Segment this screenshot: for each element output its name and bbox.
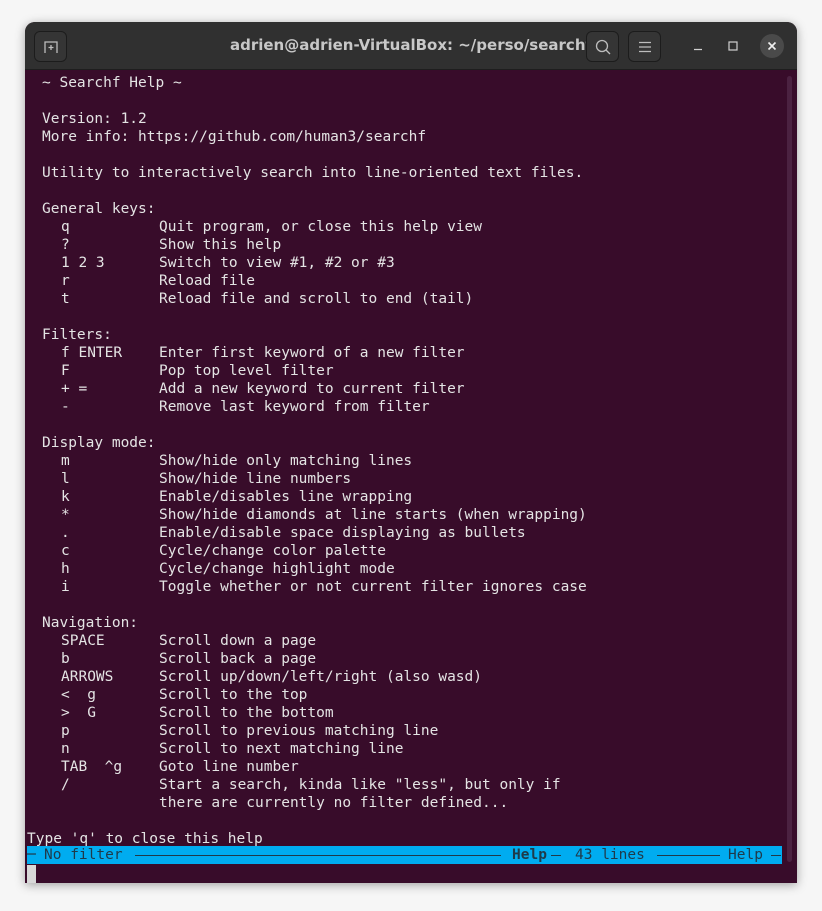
key-name: * xyxy=(61,507,70,523)
key-name: l xyxy=(61,471,70,487)
key-description: Goto line number xyxy=(159,759,299,775)
section-title: General keys: xyxy=(42,201,156,217)
key-description: Show/hide line numbers xyxy=(159,471,352,487)
key-name: q xyxy=(61,219,70,235)
key-description: Cycle/change color palette xyxy=(159,543,386,559)
key-description: Enter first keyword of a new filter xyxy=(159,345,465,361)
key-description: Pop top level filter xyxy=(159,363,334,379)
key-name: SPACE xyxy=(61,633,105,649)
section-title: Filters: xyxy=(42,327,112,343)
version-line: Version: 1.2 xyxy=(42,111,147,127)
key-description: Add a new keyword to current filter xyxy=(159,381,465,397)
description-line: Utility to interactively search into lin… xyxy=(42,165,584,181)
close-icon xyxy=(767,41,777,51)
key-name: h xyxy=(61,561,70,577)
maximize-button[interactable] xyxy=(721,34,745,58)
status-rule xyxy=(135,855,501,856)
key-name: F xyxy=(61,363,70,379)
key-description: Show/hide diamonds at line starts (when … xyxy=(159,507,587,523)
minimize-icon xyxy=(694,48,702,51)
key-name: + = xyxy=(61,381,88,397)
key-name: ARROWS xyxy=(61,669,114,685)
key-name: n xyxy=(61,741,70,757)
search-button[interactable] xyxy=(586,31,619,62)
terminal-window: adrien@adrien-VirtualBox: ~/perso/search… xyxy=(25,22,797,883)
key-name: b xyxy=(61,651,70,667)
more-info-line: More info: https://github.com/human3/sea… xyxy=(42,129,427,145)
minimize-button[interactable] xyxy=(686,34,710,58)
menu-button[interactable] xyxy=(628,31,661,62)
window-title: adrien@adrien-VirtualBox: ~/perso/search… xyxy=(229,36,593,54)
key-name: m xyxy=(61,453,70,469)
key-description: Start a search, kinda like "less", but o… xyxy=(159,777,561,793)
key-description: Toggle whether or not current filter ign… xyxy=(159,579,587,595)
key-description: Reload file and scroll to end (tail) xyxy=(159,291,474,307)
status-rule-left: ─ xyxy=(27,847,45,863)
key-name: . xyxy=(61,525,70,541)
key-name: - xyxy=(61,399,70,415)
key-description: Scroll back a page xyxy=(159,651,317,667)
help-header: ~ Searchf Help ~ xyxy=(42,75,182,91)
status-line-count: 43 lines xyxy=(575,847,645,863)
key-description: Show/hide only matching lines xyxy=(159,453,413,469)
key-description: Scroll to previous matching line xyxy=(159,723,439,739)
terminal-content[interactable]: ~ Searchf Help ~ Version: 1.2 More info: h… xyxy=(25,70,797,883)
key-name: k xyxy=(61,489,70,505)
key-name: 1 2 3 xyxy=(61,255,105,271)
status-bar: ─ No filter Help 43 lines Help xyxy=(27,846,782,864)
key-description: Scroll to the top xyxy=(159,687,308,703)
key-description: Reload file xyxy=(159,273,256,289)
text-cursor xyxy=(27,865,36,883)
key-name: < g xyxy=(61,687,96,703)
key-description: Enable/disable space displaying as bulle… xyxy=(159,525,526,541)
status-filter: No filter xyxy=(44,847,123,863)
status-rule xyxy=(551,855,561,856)
search-icon xyxy=(595,39,610,54)
key-name: c xyxy=(61,543,70,559)
key-description: Enable/disables line wrapping xyxy=(159,489,413,505)
key-description: Cycle/change highlight mode xyxy=(159,561,395,577)
key-name: TAB ^g xyxy=(61,759,123,775)
key-description: Remove last keyword from filter xyxy=(159,399,430,415)
key-description: Scroll to next matching line xyxy=(159,741,404,757)
key-name: r xyxy=(61,273,70,289)
section-title: Navigation: xyxy=(42,615,139,631)
title-bar[interactable]: adrien@adrien-VirtualBox: ~/perso/search… xyxy=(25,22,797,70)
key-name: i xyxy=(61,579,70,595)
key-name: ? xyxy=(61,237,70,253)
maximize-icon xyxy=(728,41,738,51)
status-rule xyxy=(771,855,781,856)
new-tab-button[interactable] xyxy=(34,31,67,62)
new-tab-icon xyxy=(43,40,58,53)
key-description: there are currently no filter defined... xyxy=(159,795,509,811)
status-rule xyxy=(657,855,720,856)
key-description: Scroll down a page xyxy=(159,633,317,649)
key-description: Show this help xyxy=(159,237,282,253)
key-name: t xyxy=(61,291,70,307)
hamburger-menu-icon xyxy=(638,41,651,52)
key-name: p xyxy=(61,723,70,739)
status-right-label: Help xyxy=(728,847,763,863)
key-description: Scroll up/down/left/right (also wasd) xyxy=(159,669,483,685)
key-description: Scroll to the bottom xyxy=(159,705,334,721)
key-description: Switch to view #1, #2 or #3 xyxy=(159,255,395,271)
status-view-name: Help xyxy=(512,847,547,863)
section-title: Display mode: xyxy=(42,435,156,451)
key-name: f ENTER xyxy=(61,345,123,361)
key-name: > G xyxy=(61,705,96,721)
key-name: / xyxy=(61,777,70,793)
key-description: Quit program, or close this help view xyxy=(159,219,483,235)
close-button[interactable] xyxy=(760,34,784,58)
scrollbar[interactable] xyxy=(787,76,792,862)
